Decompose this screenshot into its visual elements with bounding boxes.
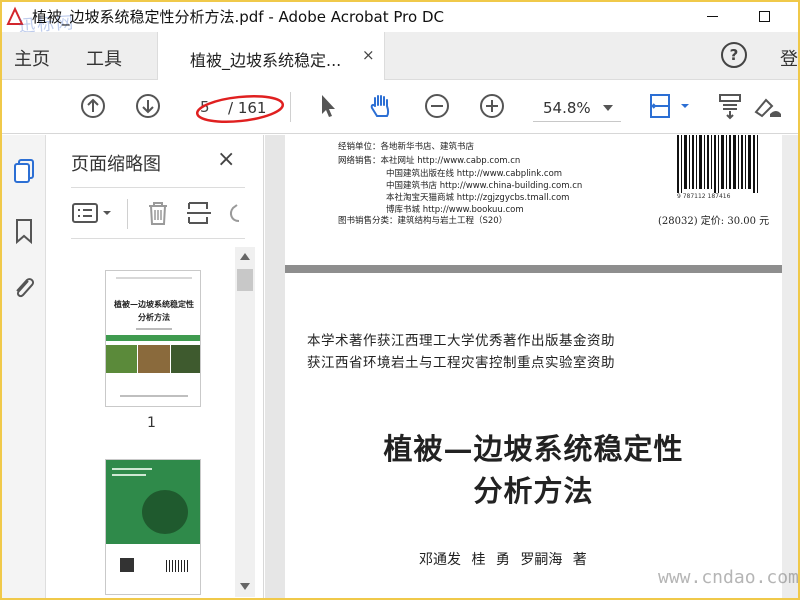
thumb-author-line	[136, 328, 172, 330]
panel-close-button[interactable]: ×	[217, 147, 235, 172]
zoom-dropdown[interactable]: 54.8%	[533, 94, 621, 122]
thumb-publisher-line	[120, 395, 188, 397]
chevron-down-icon	[603, 105, 613, 111]
thumbnail-scrollbar[interactable]	[235, 247, 255, 597]
scroll-thumb[interactable]	[237, 269, 253, 291]
page-up-icon[interactable]	[79, 92, 107, 120]
extract-page-icon[interactable]	[185, 199, 215, 227]
price-text: (28032) 定价: 30.00 元	[658, 216, 770, 227]
document-scrollbar[interactable]	[782, 135, 798, 598]
tab-close-button[interactable]: ×	[362, 46, 375, 64]
attachment-icon[interactable]	[11, 273, 37, 301]
toolbar-separator	[290, 92, 291, 122]
panel-divider	[71, 238, 245, 239]
thumb-title-line: 植被—边坡系统稳定性	[114, 299, 194, 309]
page-down-icon[interactable]	[134, 92, 162, 120]
thumb-graphic	[142, 490, 188, 534]
rotate-icon[interactable]	[223, 199, 245, 227]
site-watermark: www.cndao.com	[658, 567, 799, 588]
delete-icon[interactable]	[143, 199, 173, 227]
title-bar: 迅标网 植被_边坡系统稳定性分析方法.pdf - Adobe Acrobat P…	[2, 2, 798, 37]
menu-tools[interactable]: 工具	[86, 45, 122, 71]
thumb-title-line: 分析方法	[138, 312, 170, 322]
publisher-line: 经销单位：各地新华书店、建筑书店	[338, 142, 475, 152]
funding-line: 本学术著作获江西理工大学优秀著作出版基金资助	[307, 333, 615, 349]
window-title: 植被_边坡系统稳定性分析方法.pdf - Adobe Acrobat Pro D…	[32, 8, 444, 26]
panel-separator	[127, 199, 128, 229]
thumb-photo	[106, 345, 137, 373]
sign-icon[interactable]	[752, 92, 784, 120]
zoom-out-icon[interactable]	[423, 92, 451, 120]
scroll-mode-icon[interactable]	[717, 92, 745, 120]
bookmark-icon[interactable]	[11, 217, 37, 245]
minimize-button[interactable]	[690, 2, 734, 30]
toolbar: 5 / 161 54.8%	[2, 80, 798, 134]
book-title-line: 分析方法	[473, 474, 594, 508]
page-thumbnail-2[interactable]	[105, 459, 201, 595]
red-annotation-ellipse	[195, 94, 285, 124]
book-title-line: 植被—边坡系统稳定性	[383, 432, 684, 466]
scroll-down-icon[interactable]	[240, 583, 250, 590]
menu-home[interactable]: 主页	[14, 45, 50, 71]
thumbnail-label: 1	[147, 415, 156, 431]
publisher-line: 本社淘宝天猫商城 http://zgjzgycbs.tmall.com	[386, 193, 570, 203]
app-window: 迅标网 植被_边坡系统稳定性分析方法.pdf - Adobe Acrobat P…	[0, 0, 800, 600]
document-tab-label: 植被_边坡系统稳定...	[190, 51, 342, 70]
publisher-line: 中国建筑出版在线 http://www.cabplink.com	[386, 169, 563, 179]
left-rail	[2, 135, 46, 598]
page-thumbnail-1[interactable]: 植被—边坡系统稳定性 分析方法	[105, 270, 201, 407]
funding-line: 获江西省环境岩土与工程灾害控制重点实验室资助	[307, 355, 615, 371]
thumb-text-line	[112, 474, 146, 476]
thumb-photo	[171, 345, 200, 373]
publisher-line: 中国建筑书店 http://www.china-building.com.cn	[386, 181, 583, 191]
zoom-value: 54.8%	[543, 99, 591, 117]
thumb-barcode	[166, 560, 190, 572]
thumbnail-options-icon[interactable]	[71, 199, 115, 227]
scroll-up-icon[interactable]	[240, 253, 250, 260]
maximize-button[interactable]	[742, 2, 786, 30]
zoom-in-icon[interactable]	[478, 92, 506, 120]
thumb-text-line	[112, 468, 152, 470]
select-arrow-icon[interactable]	[314, 92, 342, 120]
document-tab[interactable]: 植被_边坡系统稳定... ×	[157, 32, 385, 80]
isbn-text: 9 787112 187416	[677, 193, 731, 200]
thumb-green-band	[106, 335, 200, 341]
menu-bar: 主页 工具 植被_边坡系统稳定... × ? 登	[2, 32, 798, 80]
authors-line: 邓通发 桂 勇 罗嗣海 著	[419, 552, 587, 568]
fit-page-icon[interactable]	[647, 92, 691, 120]
publisher-line: 网络销售：本社网址 http://www.cabp.com.cn	[338, 156, 521, 166]
publisher-line: 图书销售分类：建筑结构与岩土工程（S20）	[338, 216, 508, 226]
thumb-qr-code	[120, 558, 134, 572]
hand-icon[interactable]	[367, 92, 395, 120]
thumb-photo	[138, 345, 170, 373]
isbn-barcode	[677, 135, 758, 193]
thumbnail-panel: 页面缩略图 × 植被—边坡系统稳定性 分析方法 1	[47, 135, 264, 598]
panel-divider	[71, 187, 245, 188]
panel-title: 页面缩略图	[71, 154, 161, 175]
page-thumbnails-icon[interactable]	[11, 157, 37, 185]
page-gap	[285, 265, 782, 273]
help-icon[interactable]: ?	[721, 42, 747, 68]
thumb-text-line	[116, 277, 192, 279]
signin-button[interactable]: 登	[780, 45, 798, 71]
